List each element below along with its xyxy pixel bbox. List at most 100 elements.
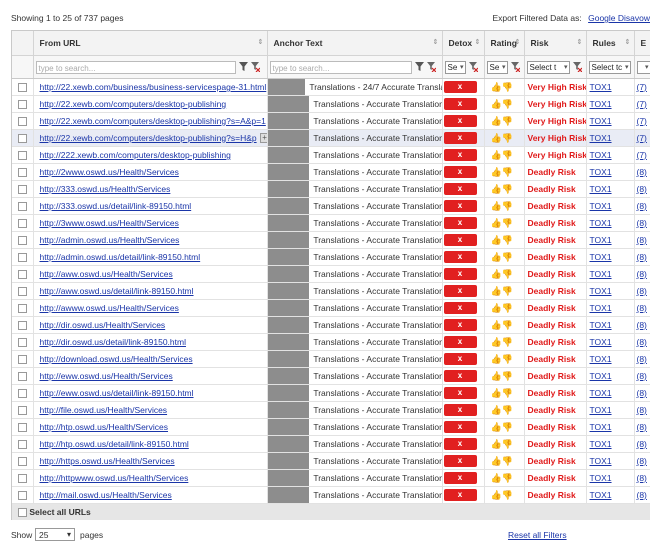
from-url-link[interactable]: http://333.oswd.us/Health/Services <box>40 184 171 194</box>
detox-button[interactable]: x <box>443 268 477 280</box>
thumbs-down-icon[interactable]: 👎 <box>502 337 513 347</box>
table-row[interactable]: http://22.xewb.com/computers/desktop-pub… <box>12 95 650 113</box>
table-row[interactable]: http://admin.oswd.us/Health/Services Tran… <box>12 231 650 249</box>
thumbs-down-icon[interactable]: 👎 <box>502 167 513 177</box>
rule-link[interactable]: TOX1 <box>590 133 612 143</box>
url-search-input[interactable]: type to search... <box>35 60 236 74</box>
row-checkbox[interactable] <box>17 202 27 212</box>
thumbs-down-icon[interactable]: 👎 <box>502 235 513 245</box>
thumbs-down-icon[interactable]: 👎 <box>502 269 513 279</box>
table-row[interactable]: http://htp.oswd.us/Health/Services Transl… <box>12 418 650 436</box>
from-url-link[interactable]: http://aww.oswd.us/detail/link-89150.htm… <box>40 286 194 296</box>
rule-count-link[interactable]: (8) <box>637 184 647 194</box>
table-row[interactable]: http://222.xewb.com/computers/desktop-pu… <box>12 146 650 164</box>
table-row[interactable]: http://22.xewb.com/business/business-ser… <box>12 78 650 96</box>
thumbs-up-icon[interactable]: 👍 <box>491 99 502 109</box>
rating-filter-select[interactable]: Se <box>486 60 508 74</box>
from-url-link[interactable]: http://333.oswd.us/detail/link-89150.htm… <box>40 201 192 211</box>
detox-button[interactable]: x <box>443 217 477 229</box>
detox-button[interactable]: x <box>443 183 477 195</box>
row-checkbox[interactable] <box>17 100 27 110</box>
thumbs-up-icon[interactable]: 👍 <box>491 422 502 432</box>
thumbs-up-icon[interactable]: 👍 <box>491 490 502 500</box>
detox-button[interactable]: x <box>443 319 477 331</box>
thumbs-down-icon[interactable]: 👎 <box>502 354 513 364</box>
risk-filter-select[interactable]: Select t <box>526 60 570 74</box>
header-anchor-text[interactable]: Anchor Text ⇕ <box>267 31 443 56</box>
rule-link[interactable]: TOX1 <box>590 269 612 279</box>
expand-icon[interactable]: + <box>259 133 266 144</box>
row-checkbox[interactable] <box>17 338 27 348</box>
row-checkbox[interactable] <box>17 321 27 331</box>
rule-link[interactable]: TOX1 <box>590 303 612 313</box>
thumbs-down-icon[interactable]: 👎 <box>502 201 513 211</box>
filter-icon[interactable] <box>238 62 248 72</box>
table-row[interactable]: http://mail.oswd.us/Health/Services Trans… <box>12 486 650 504</box>
detox-button[interactable]: x <box>443 404 477 416</box>
table-row[interactable]: http://aww.oswd.us/Health/Services Transl… <box>12 265 650 283</box>
rule-count-link[interactable]: (8) <box>637 303 647 313</box>
thumbs-up-icon[interactable]: 👍 <box>491 235 502 245</box>
thumbs-down-icon[interactable]: 👎 <box>502 252 513 262</box>
rule-count-link[interactable]: (8) <box>637 371 647 381</box>
thumbs-up-icon[interactable]: 👍 <box>491 218 502 228</box>
thumbs-up-icon[interactable]: 👍 <box>491 150 502 160</box>
thumbs-down-icon[interactable]: 👎 <box>502 490 513 500</box>
from-url-link[interactable]: http://htp.oswd.us/detail/link-89150.htm… <box>40 439 189 449</box>
detox-filter-select[interactable]: Se <box>444 60 466 74</box>
detox-button[interactable]: x <box>443 166 477 178</box>
rule-count-link[interactable]: (8) <box>637 218 647 228</box>
detox-button[interactable]: x <box>443 81 477 93</box>
thumbs-down-icon[interactable]: 👎 <box>502 286 513 296</box>
row-checkbox[interactable] <box>17 355 27 365</box>
detox-button[interactable]: x <box>443 234 477 246</box>
thumbs-up-icon[interactable]: 👍 <box>491 371 502 381</box>
thumbs-down-icon[interactable]: 👎 <box>502 150 513 160</box>
row-checkbox[interactable] <box>17 117 27 127</box>
rule-link[interactable]: TOX1 <box>590 337 612 347</box>
thumbs-down-icon[interactable]: 👎 <box>502 439 513 449</box>
table-row[interactable]: http://2www.oswd.us/Health/Services Trans… <box>12 163 650 181</box>
row-checkbox[interactable] <box>17 151 27 161</box>
thumbs-down-icon[interactable]: 👎 <box>502 388 513 398</box>
rule-count-link[interactable]: (8) <box>637 167 647 177</box>
header-detox[interactable]: Detox ⇕ <box>442 31 485 56</box>
rule-link[interactable]: TOX1 <box>590 422 612 432</box>
select-all-cell[interactable]: Select all URLs <box>12 503 650 520</box>
row-checkbox[interactable] <box>17 185 27 195</box>
rule-count-link[interactable]: (7) <box>637 133 647 143</box>
from-url-link[interactable]: http://eww.oswd.us/Health/Services <box>40 371 173 381</box>
row-checkbox[interactable] <box>17 236 27 246</box>
header-risk[interactable]: Risk ⇕ <box>524 31 587 56</box>
detox-button[interactable]: x <box>443 132 477 144</box>
detox-button[interactable]: x <box>443 336 477 348</box>
rule-count-link[interactable]: (8) <box>637 320 647 330</box>
rule-count-link[interactable]: (8) <box>637 422 647 432</box>
table-row[interactable]: http://eww.oswd.us/Health/Services Transl… <box>12 367 650 385</box>
header-from-url[interactable]: From URL ⇕ <box>33 31 268 56</box>
clear-filter-icon[interactable] <box>427 62 437 72</box>
filter-icon[interactable] <box>414 62 424 72</box>
rule-link[interactable]: TOX1 <box>590 490 612 500</box>
rule-link[interactable]: TOX1 <box>590 320 612 330</box>
thumbs-up-icon[interactable]: 👍 <box>491 116 502 126</box>
from-url-link[interactable]: http://dir.oswd.us/Health/Services <box>40 320 166 330</box>
thumbs-down-icon[interactable]: 👎 <box>502 473 513 483</box>
clear-filter-icon[interactable] <box>572 62 582 72</box>
detox-button[interactable]: x <box>443 438 477 450</box>
row-checkbox[interactable] <box>17 440 27 450</box>
rule-count-link[interactable]: (8) <box>637 201 647 211</box>
rule-link[interactable]: TOX1 <box>590 116 612 126</box>
thumbs-up-icon[interactable]: 👍 <box>491 456 502 466</box>
from-url-link[interactable]: http://aww.oswd.us/Health/Services <box>40 269 173 279</box>
rule-link[interactable]: TOX1 <box>590 201 612 211</box>
thumbs-up-icon[interactable]: 👍 <box>491 133 502 143</box>
rule-link[interactable]: TOX1 <box>590 82 612 92</box>
from-url-link[interactable]: http://22.xewb.com/computers/desktop-pub… <box>40 116 266 126</box>
thumbs-up-icon[interactable]: 👍 <box>491 303 502 313</box>
rule-link[interactable]: TOX1 <box>590 354 612 364</box>
thumbs-up-icon[interactable]: 👍 <box>491 201 502 211</box>
rule-link[interactable]: TOX1 <box>590 184 612 194</box>
table-row[interactable]: http://dir.oswd.us/detail/link-89150.htm… <box>12 333 650 351</box>
rule-link[interactable]: TOX1 <box>590 167 612 177</box>
